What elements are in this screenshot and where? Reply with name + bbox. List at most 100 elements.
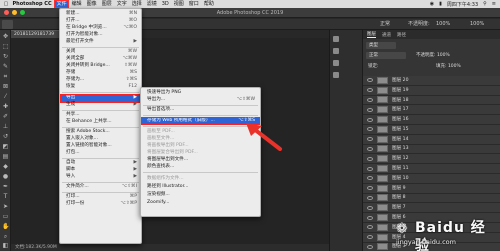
menu-item-save-as[interactable]: 存储为... ⇧⌘S xyxy=(61,77,140,84)
blend-mode-select[interactable]: 正常 xyxy=(366,52,406,59)
menu-select[interactable]: 选择 xyxy=(129,0,144,8)
healing-brush-icon[interactable]: ✚ xyxy=(2,103,9,110)
layer-fill[interactable]: 填充: 100% xyxy=(433,63,497,70)
visibility-eye-icon[interactable] xyxy=(367,78,373,83)
visibility-eye-icon[interactable] xyxy=(367,117,373,122)
frame-tool-icon[interactable]: ⊠ xyxy=(2,83,9,90)
menu-filter[interactable]: 滤镜 xyxy=(144,0,159,8)
submenu-item-artboards-files[interactable]: 画板至文件... xyxy=(142,136,259,142)
brush-tool-icon[interactable]: ✐ xyxy=(2,113,9,120)
menu-item-place-embedded[interactable]: 置入嵌入对象... xyxy=(61,136,140,143)
menu-edit[interactable]: 编辑 xyxy=(69,0,84,8)
layer-row[interactable]: 图层 17 xyxy=(363,105,500,116)
visibility-eye-icon[interactable] xyxy=(367,244,373,249)
submenu-item-zoomify[interactable]: Zoomify... xyxy=(142,200,259,206)
menu-item-file-info[interactable]: 文件简介... ⌥⇧⌘I xyxy=(61,184,140,191)
visibility-eye-icon[interactable] xyxy=(367,215,373,220)
layer-row[interactable]: 图层 14 xyxy=(363,134,500,145)
shape-tool-icon[interactable]: ▭ xyxy=(2,213,9,220)
options-opacity-value[interactable]: 100% xyxy=(436,20,450,29)
menu-item-browse-bridge[interactable]: 在 Bridge 中浏览... ⌥⌘O xyxy=(61,25,140,32)
menu-item-recent[interactable]: 最近打开文件 ▶ xyxy=(61,39,140,46)
menu-window[interactable]: 窗口 xyxy=(186,0,201,8)
menu-item-automate[interactable]: 自动 ▶ xyxy=(61,160,140,167)
menu-item-adobe-stock[interactable]: 搜索 Adobe Stock... xyxy=(61,129,140,136)
menu-item-print-one[interactable]: 打印一份 ⌥⇧⌘P xyxy=(61,201,140,208)
menu-image[interactable]: 图像 xyxy=(84,0,99,8)
submenu-item-render-video[interactable]: 渲染视频... xyxy=(142,192,259,198)
eyedropper-icon[interactable]: ⁄ xyxy=(2,93,9,100)
type-tool-icon[interactable]: T xyxy=(2,193,9,200)
menu-3d[interactable]: 3D xyxy=(159,0,171,8)
tool-preset-button[interactable] xyxy=(2,20,13,29)
visibility-eye-icon[interactable] xyxy=(367,107,373,112)
visibility-eye-icon[interactable] xyxy=(367,137,373,142)
gradient-icon[interactable]: ▤ xyxy=(2,153,9,160)
menu-item-revert[interactable]: 恢复 F12 xyxy=(61,84,140,91)
submenu-item-layers-to-files[interactable]: 将图层导出到文件... xyxy=(142,157,259,163)
apple-icon[interactable]:  xyxy=(2,0,10,8)
visibility-eye-icon[interactable] xyxy=(367,195,373,200)
pen-tool-icon[interactable]: ✒ xyxy=(2,183,9,190)
tab-layers[interactable]: 图层 xyxy=(367,31,376,38)
layer-row[interactable]: 图层 7 xyxy=(363,203,500,214)
layer-row[interactable]: 图层 8 xyxy=(363,193,500,204)
submenu-item-data-sets[interactable]: 数据组作为文件... xyxy=(142,176,259,182)
visibility-eye-icon[interactable] xyxy=(367,225,373,230)
submenu-item-save-for-web[interactable]: 存储为 Web 所用格式（旧版）... ⌥⇧⌘S xyxy=(141,116,260,126)
path-select-icon[interactable]: ➤ xyxy=(2,203,9,210)
layer-row[interactable]: 图层 18 xyxy=(363,95,500,106)
menu-item-share[interactable]: 共享... xyxy=(61,112,140,119)
layer-row[interactable]: 图层 15 xyxy=(363,124,500,135)
color-swatch-icon[interactable]: ◧ xyxy=(2,242,9,249)
layer-opacity[interactable]: 不透明度: 100% xyxy=(413,52,497,59)
tab-channels[interactable]: 通道 xyxy=(382,32,391,38)
tab-paths[interactable]: 路径 xyxy=(397,32,406,38)
layer-kind-filter[interactable]: 类型 xyxy=(366,42,396,49)
submenu-item-quick-export-png[interactable]: 快速导出为 PNG xyxy=(142,90,259,96)
battery-icon[interactable]: ▮ xyxy=(439,1,442,7)
visibility-eye-icon[interactable] xyxy=(367,127,373,132)
quick-select-icon[interactable]: ✎ xyxy=(2,63,9,70)
menu-item-save[interactable]: 存储 ⌘S xyxy=(61,70,140,77)
submenu-item-layer-comps-pdf[interactable]: 将图层复合导出到 PDF... xyxy=(142,150,259,156)
menu-item-place-linked[interactable]: 置入链接的智能对象... xyxy=(61,143,140,150)
menu-item-scripts[interactable]: 脚本 ▶ xyxy=(61,167,140,174)
menu-item-import[interactable]: 导入 ▶ xyxy=(61,174,140,181)
clone-stamp-icon[interactable]: ⊥ xyxy=(2,123,9,130)
properties-icon[interactable] xyxy=(333,48,339,54)
menu-item-close-bridge[interactable]: 关闭并转到 Bridge... ⇧⌘W xyxy=(61,63,140,70)
visibility-eye-icon[interactable] xyxy=(367,97,373,102)
visibility-eye-icon[interactable] xyxy=(367,146,373,151)
layer-row[interactable]: 图层 19 xyxy=(363,85,500,96)
swatches-icon[interactable] xyxy=(333,72,339,78)
submenu-item-export-as[interactable]: 导出为... ⌥⇧⌘W xyxy=(142,97,259,103)
visibility-eye-icon[interactable] xyxy=(367,176,373,181)
search-icon[interactable]: ⚲ xyxy=(483,1,487,7)
wifi-icon[interactable]: ◉ xyxy=(430,1,434,7)
visibility-eye-icon[interactable] xyxy=(367,166,373,171)
visibility-eye-icon[interactable] xyxy=(367,88,373,93)
menu-item-print[interactable]: 打印... ⌘P xyxy=(61,194,140,201)
menu-item-behance[interactable]: 在 Behance 上共享... xyxy=(61,119,140,126)
blur-tool-icon[interactable]: ◆ xyxy=(2,163,9,170)
menu-app-name[interactable]: Photoshop CC xyxy=(10,0,54,8)
eraser-icon[interactable]: ◩ xyxy=(2,143,9,150)
submenu-item-color-lookup[interactable]: 颜色查找表... xyxy=(142,164,259,170)
crop-tool-icon[interactable]: ⌗ xyxy=(2,73,9,80)
submenu-item-paths-illustrator[interactable]: 路径到 Illustrator... xyxy=(142,184,259,190)
menu-file[interactable]: 文件 xyxy=(54,0,70,8)
submenu-item-export-artboards-pdf[interactable]: 将画板导出到 PDF... xyxy=(142,143,259,149)
menu-item-package[interactable]: 打包... xyxy=(61,150,140,157)
history-icon[interactable] xyxy=(333,36,339,42)
menu-item-new[interactable]: 新建... ⌘N xyxy=(61,11,140,18)
layer-row[interactable]: 图层 13 xyxy=(363,144,500,155)
layer-row[interactable]: 图层 20 xyxy=(363,76,500,86)
submenu-item-artboards-pdf[interactable]: 画板至 PDF... xyxy=(142,129,259,135)
submenu-item-export-prefs[interactable]: 导出首选项... xyxy=(142,107,259,113)
layer-row[interactable]: 图层 9 xyxy=(363,183,500,194)
move-tool-icon[interactable]: ✥ xyxy=(2,33,9,40)
clock[interactable]: 周四下午4:33 xyxy=(447,1,478,8)
layer-row[interactable]: 图层 10 xyxy=(363,173,500,184)
visibility-eye-icon[interactable] xyxy=(367,186,373,191)
